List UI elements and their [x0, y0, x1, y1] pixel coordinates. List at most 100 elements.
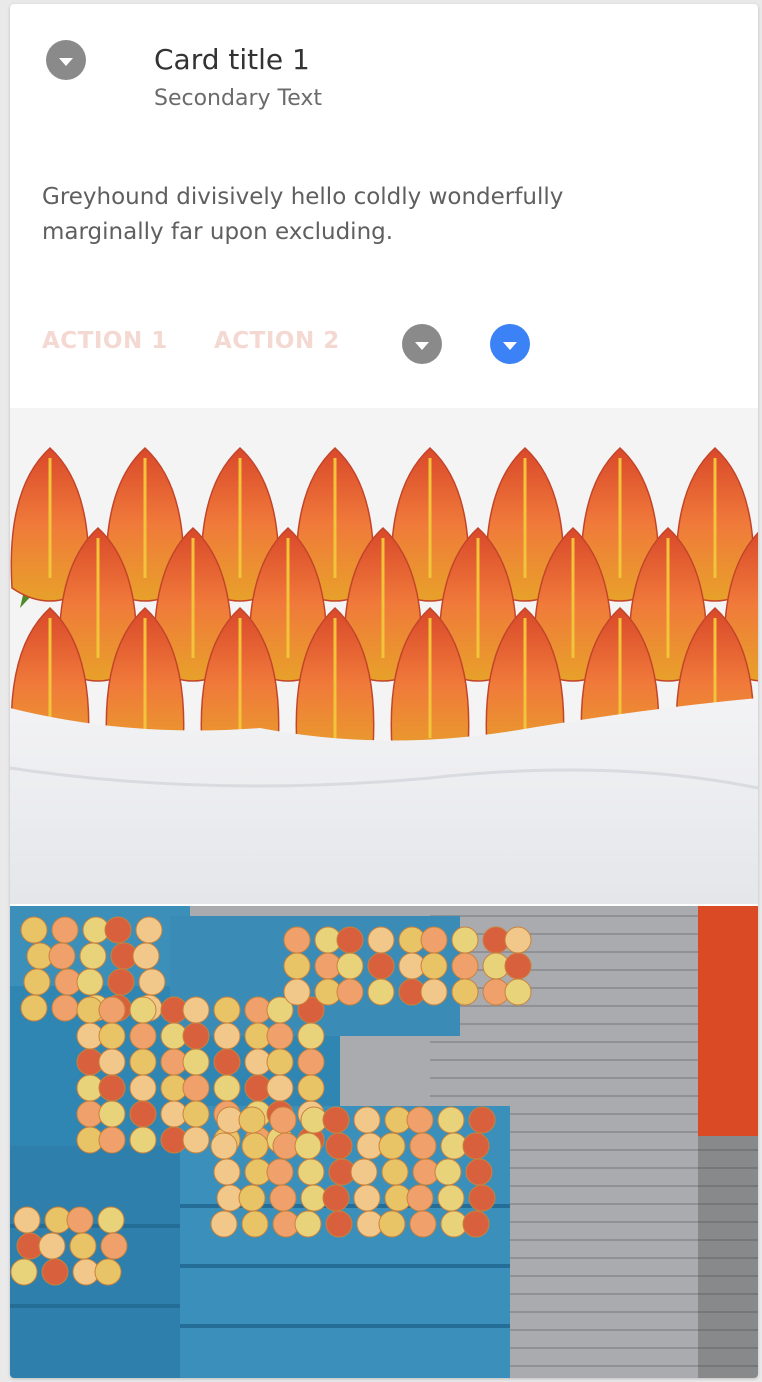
card-body-text: Greyhound divisively hello coldly wonder… — [42, 184, 564, 245]
apple — [283, 952, 311, 980]
apple — [504, 978, 532, 1006]
apple — [129, 1022, 157, 1050]
apple — [100, 1232, 128, 1260]
header-chevron-down-icon[interactable] — [46, 40, 86, 80]
card-subtitle: Secondary Text — [154, 86, 322, 111]
grey-chevron-down-icon-button[interactable] — [402, 324, 442, 364]
apple — [76, 968, 104, 996]
apple — [266, 1048, 294, 1076]
apple — [20, 994, 48, 1022]
apple — [451, 926, 479, 954]
apple — [381, 1158, 409, 1186]
apple — [98, 1048, 126, 1076]
apple — [353, 1184, 381, 1212]
apple — [132, 942, 160, 970]
apple — [420, 952, 448, 980]
apple — [322, 1106, 350, 1134]
apple — [294, 1210, 322, 1238]
apple — [10, 1258, 38, 1286]
apple — [97, 1206, 125, 1234]
card-actions: ACTION 1 ACTION 2 — [10, 320, 758, 376]
apple — [322, 1184, 350, 1212]
apple — [462, 1132, 490, 1160]
apple — [51, 916, 79, 944]
apple — [266, 1074, 294, 1102]
apple — [465, 1158, 493, 1186]
apple — [504, 926, 532, 954]
apple — [107, 968, 135, 996]
apple — [98, 1074, 126, 1102]
apple — [336, 926, 364, 954]
apple — [367, 978, 395, 1006]
apple — [79, 942, 107, 970]
apple — [138, 968, 166, 996]
apple — [182, 996, 210, 1024]
apple — [367, 926, 395, 954]
apple — [297, 1048, 325, 1076]
apple — [129, 1048, 157, 1076]
apple — [378, 1210, 406, 1238]
apple — [294, 1132, 322, 1160]
action-1-button[interactable]: ACTION 1 — [42, 328, 168, 354]
apple — [129, 1126, 157, 1154]
apple — [98, 1126, 126, 1154]
apple — [451, 952, 479, 980]
apple — [135, 916, 163, 944]
apple — [213, 1048, 241, 1076]
apple — [336, 978, 364, 1006]
apple — [210, 1210, 238, 1238]
apple — [20, 916, 48, 944]
apple — [409, 1132, 437, 1160]
apple — [51, 994, 79, 1022]
apple — [241, 1132, 269, 1160]
apple — [129, 996, 157, 1024]
apple — [182, 1126, 210, 1154]
apple — [297, 1074, 325, 1102]
apple — [504, 952, 532, 980]
tulip-illustration — [10, 408, 758, 904]
apple — [283, 926, 311, 954]
apple — [468, 1184, 496, 1212]
apple — [182, 1048, 210, 1076]
apple — [213, 1074, 241, 1102]
apple — [409, 1210, 437, 1238]
apple — [297, 1022, 325, 1050]
apple — [182, 1022, 210, 1050]
apple — [283, 978, 311, 1006]
apple — [353, 1106, 381, 1134]
apple — [269, 1106, 297, 1134]
apple — [297, 1158, 325, 1186]
apple — [468, 1106, 496, 1134]
apple — [94, 1258, 122, 1286]
apple — [437, 1184, 465, 1212]
apple — [98, 1100, 126, 1128]
triangle-down-glyph — [59, 57, 73, 66]
apple — [38, 1232, 66, 1260]
apple — [434, 1158, 462, 1186]
apple — [104, 916, 132, 944]
apple — [420, 926, 448, 954]
apple — [98, 996, 126, 1024]
apple — [406, 1106, 434, 1134]
apple — [210, 1132, 238, 1160]
fruit-market-illustration — [10, 906, 758, 1378]
apple — [213, 1022, 241, 1050]
blue-chevron-down-icon-button[interactable] — [490, 324, 530, 364]
card: Card title 1 Secondary Text Greyhound di… — [10, 4, 758, 1378]
apple — [451, 978, 479, 1006]
apple — [325, 1132, 353, 1160]
apple — [266, 1158, 294, 1186]
apple — [325, 1210, 353, 1238]
apple — [378, 1132, 406, 1160]
apple — [241, 1210, 269, 1238]
action-2-button[interactable]: ACTION 2 — [214, 328, 340, 354]
apple — [462, 1210, 490, 1238]
apple — [23, 968, 51, 996]
apple — [129, 1100, 157, 1128]
apple — [367, 952, 395, 980]
apple — [182, 1100, 210, 1128]
apple — [48, 942, 76, 970]
apple — [350, 1158, 378, 1186]
apple — [213, 1158, 241, 1186]
apple — [266, 1022, 294, 1050]
